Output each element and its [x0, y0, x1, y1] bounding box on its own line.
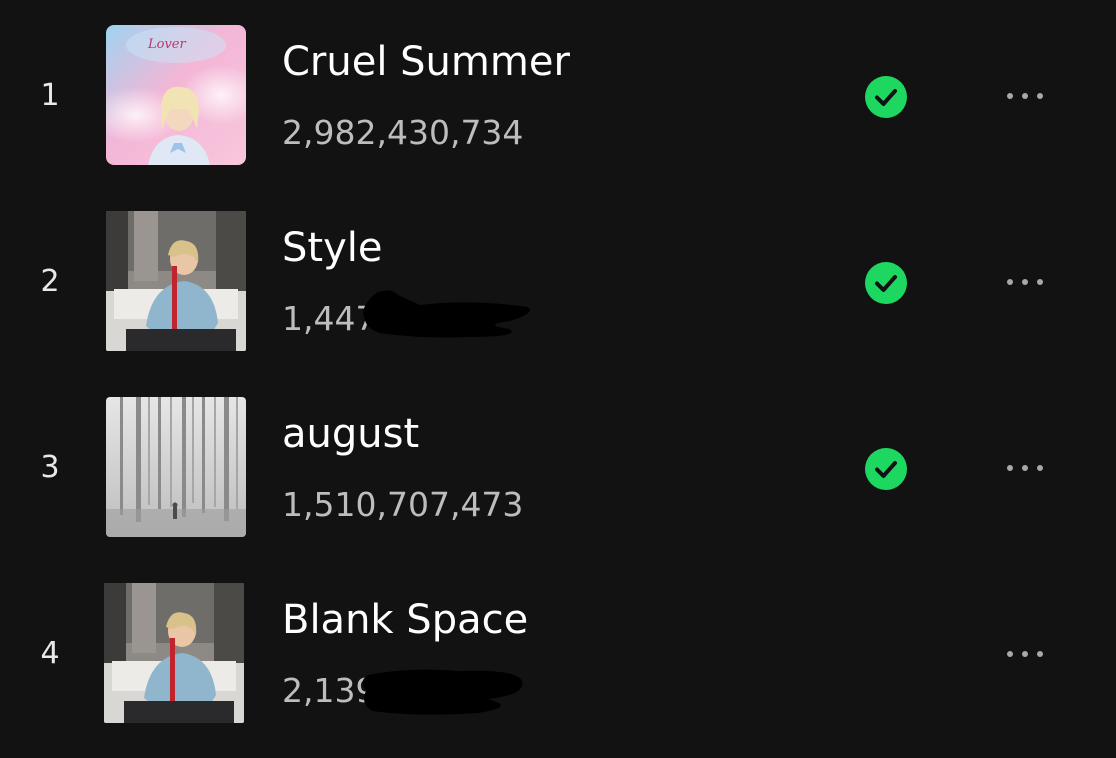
- track-number: 2: [40, 264, 60, 299]
- dot-icon: [1007, 465, 1013, 471]
- more-options-button[interactable]: [990, 81, 1060, 111]
- redaction-scribble: [363, 290, 530, 338]
- track-title: Style: [282, 225, 383, 271]
- album-cover-1989: [106, 211, 246, 351]
- more-options-button[interactable]: [990, 453, 1060, 483]
- track-row-blank-space[interactable]: 4 Blank Space 2,139: [0, 583, 1116, 725]
- track-title: Blank Space: [282, 597, 529, 643]
- track-title: august: [282, 411, 420, 457]
- track-number: 4: [40, 636, 60, 671]
- track-title: Cruel Summer: [282, 39, 570, 85]
- dot-icon: [1007, 651, 1013, 657]
- lover-logo-text: Lover: [148, 37, 186, 52]
- track-row-august[interactable]: 3 august 1,510,707,473: [0, 397, 1116, 539]
- dot-icon: [1007, 279, 1013, 285]
- dot-icon: [1022, 93, 1028, 99]
- dot-icon: [1037, 279, 1043, 285]
- check-circle-icon[interactable]: [864, 261, 908, 305]
- check-circle-icon[interactable]: [864, 447, 908, 491]
- dot-icon: [1037, 465, 1043, 471]
- dot-icon: [1007, 93, 1013, 99]
- dot-icon: [1037, 93, 1043, 99]
- more-options-button[interactable]: [990, 639, 1060, 669]
- album-cover-lover: Lover: [106, 25, 246, 165]
- track-number: 3: [40, 450, 60, 485]
- track-row-style[interactable]: 2 Style 1,447: [0, 211, 1116, 353]
- track-list: 1 Lover Cruel Summer 2,982,430,734 2 Sty…: [0, 0, 1116, 758]
- more-options-button[interactable]: [990, 267, 1060, 297]
- stream-count: 2,982,430,734: [282, 113, 524, 152]
- redaction-scribble: [362, 669, 523, 715]
- dot-icon: [1037, 651, 1043, 657]
- album-cover-folklore: [106, 397, 246, 537]
- dot-icon: [1022, 465, 1028, 471]
- album-cover-1989: [104, 583, 244, 723]
- dot-icon: [1022, 279, 1028, 285]
- dot-icon: [1022, 651, 1028, 657]
- stream-count: 1,510,707,473: [282, 485, 524, 524]
- track-row-cruel-summer[interactable]: 1 Lover Cruel Summer 2,982,430,734: [0, 25, 1116, 167]
- check-circle-icon[interactable]: [864, 75, 908, 119]
- track-number: 1: [40, 78, 60, 113]
